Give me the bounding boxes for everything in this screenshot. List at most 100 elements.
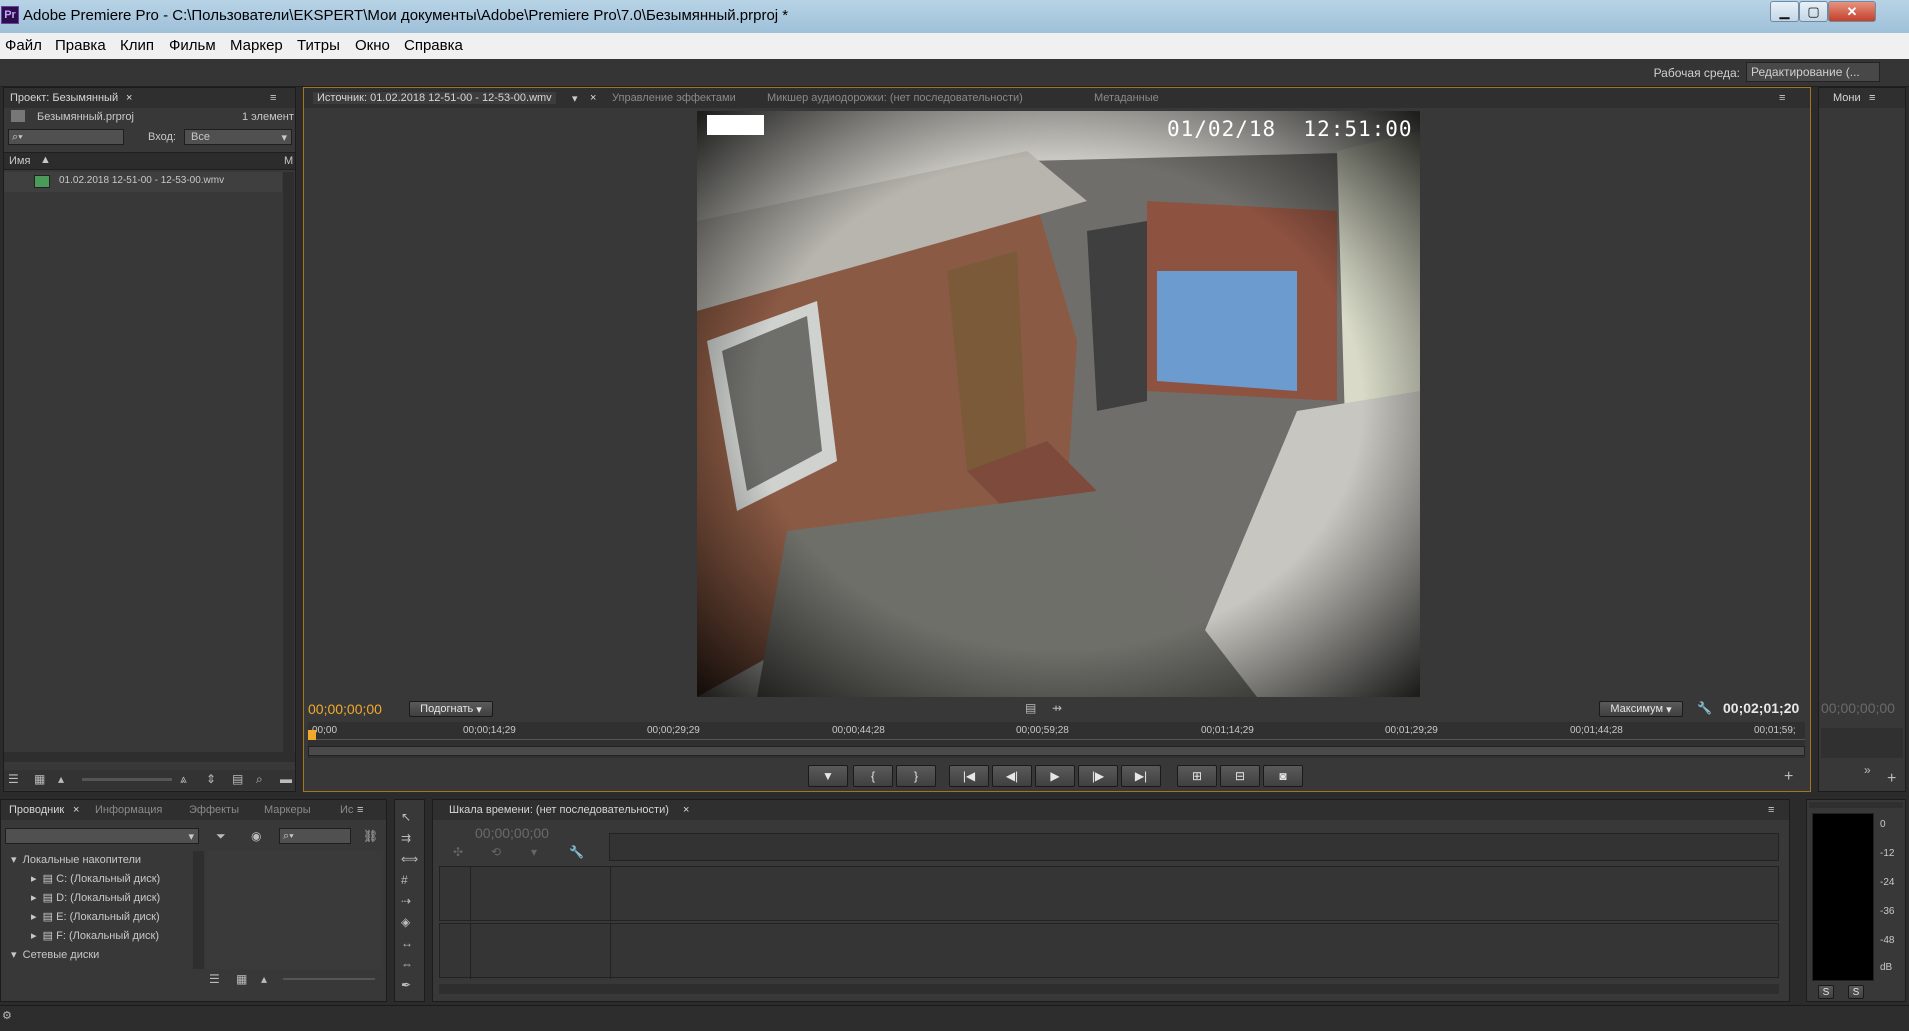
source-current-timecode[interactable]: 00;00;00;00 — [308, 701, 382, 717]
bin-icon[interactable]: ▤ — [232, 772, 243, 786]
zoom-scrollbar[interactable] — [308, 746, 1805, 756]
fit-select[interactable]: Подогнать ▾ — [409, 701, 493, 717]
solo-right-button[interactable]: S — [1848, 985, 1864, 999]
slip-tool-icon[interactable]: ↔ — [401, 936, 413, 950]
chevron-down-icon[interactable]: ▾ — [572, 92, 578, 105]
panel-menu-icon[interactable]: ≡ — [1869, 92, 1875, 104]
zoom-out-icon[interactable]: ▴ — [58, 772, 64, 786]
column-name[interactable]: Имя — [9, 155, 30, 167]
panel-menu-icon[interactable]: ≡ — [270, 92, 276, 104]
wrench-icon[interactable]: 🔧 — [1697, 701, 1712, 715]
tree-item[interactable]: ▸ ▤ E: (Локальный диск) — [31, 910, 160, 923]
mark-in-button[interactable]: { — [853, 765, 893, 787]
go-to-in-button[interactable]: |◀ — [949, 765, 989, 787]
project-scrollbar[interactable] — [283, 172, 294, 752]
menu-window[interactable]: Окно — [355, 37, 390, 54]
panel-menu-icon[interactable]: ≡ — [1768, 804, 1774, 816]
close-icon[interactable]: × — [73, 804, 79, 816]
add-marker-icon[interactable]: ▾ — [531, 845, 537, 859]
menu-sequence[interactable]: Фильм — [169, 37, 216, 54]
selection-tool-icon[interactable]: ↖ — [401, 810, 411, 824]
column-m[interactable]: М — [284, 155, 293, 167]
plus-icon[interactable]: + — [1887, 770, 1896, 788]
search-icon[interactable]: ⌕ — [256, 772, 263, 787]
tree-item[interactable]: ▾ Сетевые диски — [11, 948, 99, 961]
plus-icon[interactable]: + — [1784, 768, 1793, 786]
menu-titles[interactable]: Титры — [297, 37, 340, 54]
list-view-icon[interactable]: ☰ — [8, 772, 19, 786]
source-time-ruler[interactable]: 00;00 00;00;14;29 00;00;29;29 00;00;44;2… — [308, 722, 1805, 758]
zoom-slider[interactable] — [82, 778, 172, 781]
quality-select[interactable]: Максимум ▾ — [1599, 701, 1683, 717]
close-icon[interactable]: × — [683, 804, 689, 816]
rolling-edit-tool-icon[interactable]: # — [401, 873, 408, 887]
tab-effect-controls[interactable]: Управление эффектами — [612, 92, 736, 104]
tree-item[interactable]: ▾ Локальные накопители — [11, 853, 141, 866]
add-marker-button[interactable]: ▼ — [808, 765, 848, 787]
menu-edit[interactable]: Правка — [55, 37, 106, 54]
close-icon[interactable]: × — [590, 92, 596, 104]
tab-info[interactable]: Информация — [95, 804, 162, 816]
icon-view-icon[interactable]: ▦ — [236, 972, 247, 986]
tab-program[interactable]: Мони — [1833, 92, 1861, 104]
overwrite-icon[interactable]: ⊟ — [1220, 765, 1260, 787]
tab-source[interactable]: Источник: 01.02.2018 12-51-00 - 12-53-00… — [313, 92, 556, 104]
tree-item[interactable]: ▸ ▤ F: (Локальный диск) — [31, 929, 159, 942]
drag-video-icon[interactable]: ⇸ — [1052, 701, 1062, 715]
track-select-tool-icon[interactable]: ⇉ — [401, 831, 411, 845]
project-h-scrollbar[interactable] — [4, 752, 295, 762]
insert-icon[interactable]: ⊞ — [1177, 765, 1217, 787]
video-frame[interactable]: 01/02/18 12:51:00 — [697, 111, 1420, 697]
play-button[interactable]: ▶ — [1035, 765, 1075, 787]
settings-list-icon[interactable]: ▤ — [1025, 701, 1036, 715]
tab-project[interactable]: Проект: Безымянный — [10, 92, 118, 104]
program-ruler[interactable] — [1821, 728, 1903, 758]
playhead-icon[interactable] — [308, 730, 316, 740]
mark-out-button[interactable]: } — [896, 765, 936, 787]
tab-markers[interactable]: Маркеры — [264, 804, 311, 816]
browser-search-input[interactable]: ⌕▾ — [279, 828, 351, 844]
tab-effects[interactable]: Эффекты — [189, 804, 239, 816]
audio-track[interactable] — [439, 923, 1779, 979]
snap-icon[interactable]: ✣ — [453, 845, 463, 859]
menu-clip[interactable]: Клип — [120, 37, 154, 54]
icon-view-icon[interactable]: ▦ — [34, 772, 45, 786]
find-icon[interactable]: ⇕ — [206, 772, 216, 786]
double-chevron-icon[interactable]: » — [1864, 763, 1871, 777]
timeline-h-scrollbar[interactable] — [439, 984, 1779, 994]
timeline-timecode[interactable]: 00;00;00;00 — [475, 825, 549, 841]
view-icon[interactable]: ◉ — [251, 829, 261, 843]
list-view-icon[interactable]: ☰ — [209, 972, 220, 986]
tab-media-browser[interactable]: Проводник — [9, 804, 64, 816]
project-search-input[interactable]: ⌕▾ — [8, 129, 124, 145]
filter-icon[interactable]: ⏷ — [216, 829, 226, 844]
linked-selection-icon[interactable]: ⟲ — [491, 845, 501, 859]
close-icon[interactable]: × — [126, 92, 132, 104]
menu-help[interactable]: Справка — [404, 37, 463, 54]
panel-menu-icon[interactable]: ≡ — [357, 804, 363, 816]
panel-menu-icon[interactable]: ≡ — [1779, 92, 1785, 104]
list-item[interactable]: 01.02.2018 12-51-00 - 12-53-00.wmv — [4, 172, 282, 192]
step-back-button[interactable]: ◀| — [992, 765, 1032, 787]
tree-item[interactable]: ▸ ▤ D: (Локальный диск) — [31, 891, 160, 904]
ripple-edit-tool-icon[interactable]: ⟺ — [401, 852, 418, 866]
pen-tool-icon[interactable]: ✒ — [401, 978, 411, 992]
link-icon[interactable]: ⛓ — [363, 829, 378, 843]
menu-file[interactable]: Файл — [5, 37, 42, 54]
tab-timeline[interactable]: Шкала времени: (нет последовательности) — [449, 804, 669, 816]
tab-history[interactable]: Ис — [340, 804, 353, 816]
automate-icon[interactable]: ⩓ — [180, 772, 187, 787]
menu-marker[interactable]: Маркер — [230, 37, 283, 54]
razor-tool-icon[interactable]: ◈ — [401, 915, 410, 929]
zoom-out-icon[interactable]: ▴ — [261, 972, 267, 986]
new-bin-icon[interactable]: ▬ — [280, 772, 292, 786]
tab-audio-mixer[interactable]: Микшер аудиодорожки: (нет последовательн… — [767, 92, 1023, 104]
zoom-slider[interactable] — [283, 978, 375, 980]
video-track[interactable] — [439, 866, 1779, 922]
maximize-button[interactable]: ▢ — [1799, 1, 1828, 22]
path-select[interactable]: ▾ — [5, 828, 199, 844]
tree-item[interactable]: ▸ ▤ C: (Локальный диск) — [31, 872, 160, 885]
step-forward-button[interactable]: |▶ — [1078, 765, 1118, 787]
rate-stretch-tool-icon[interactable]: ⇢ — [401, 894, 411, 908]
camera-icon[interactable]: ◙ — [1263, 765, 1303, 787]
